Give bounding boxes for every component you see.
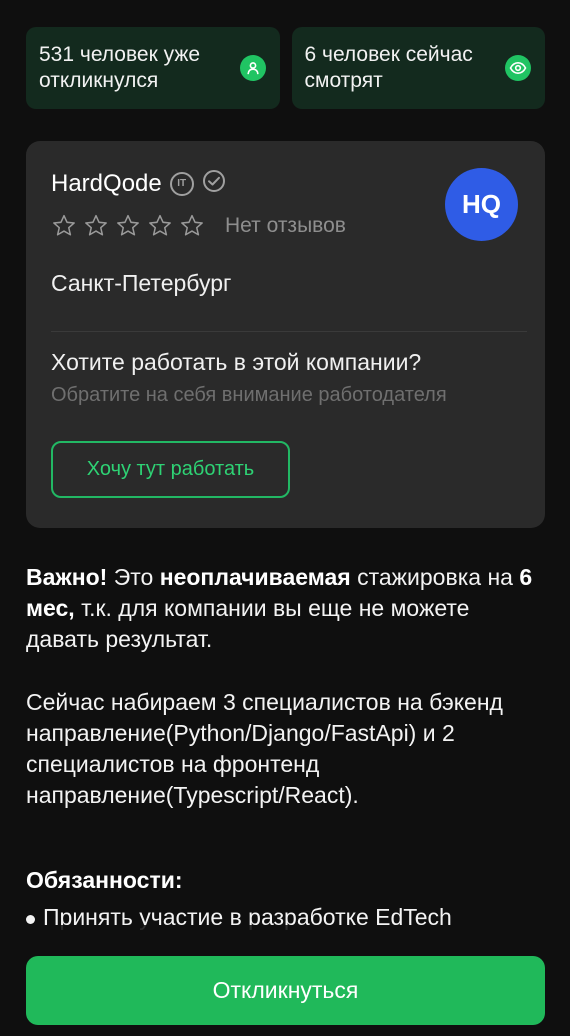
person-icon bbox=[239, 55, 266, 81]
respond-button[interactable]: Откликнуться bbox=[26, 956, 545, 1025]
star-icon bbox=[53, 214, 75, 236]
note-text: т.к. для компании вы еще не можете дават… bbox=[26, 595, 470, 652]
company-header: HardQode IT bbox=[51, 169, 226, 198]
company-card: HardQode IT Нет отзывов HQ Санкт-Петербу… bbox=[26, 141, 545, 528]
note-text: стажировка на bbox=[350, 564, 520, 590]
bullet bbox=[26, 915, 35, 924]
vacancy-page: 531 человек уже откликнулся 6 человек се… bbox=[0, 0, 570, 1036]
card-divider bbox=[51, 331, 527, 332]
rating-row: Нет отзывов bbox=[51, 213, 346, 239]
star-icon bbox=[181, 214, 203, 236]
rating-stars bbox=[51, 213, 205, 239]
star-icon bbox=[149, 214, 171, 236]
company-logo[interactable]: HQ bbox=[445, 168, 518, 241]
company-name[interactable]: HardQode bbox=[51, 170, 162, 198]
eye-icon bbox=[505, 55, 531, 81]
cta-subtitle: Обратите на себя внимание работодателя bbox=[51, 384, 447, 406]
star-icon bbox=[85, 214, 107, 236]
stats-row: 531 человек уже откликнулся 6 человек се… bbox=[26, 27, 545, 109]
it-company-icon: IT bbox=[169, 171, 194, 196]
cta-title: Хотите работать в этой компании? bbox=[51, 349, 422, 375]
duties-title: Обязанности: bbox=[26, 867, 183, 893]
note-text: Это bbox=[107, 564, 160, 590]
viewers-count-text: 6 человек сейчас смотрят bbox=[304, 43, 473, 92]
star-icon bbox=[117, 214, 139, 236]
company-city: Санкт-Петербург bbox=[51, 270, 232, 296]
want-to-work-button[interactable]: Хочу тут работать bbox=[51, 441, 290, 498]
verified-check-icon bbox=[202, 169, 226, 198]
important-note: Важно! Это неоплачиваемая стажировка на … bbox=[26, 562, 546, 655]
responded-count-tile: 531 человек уже откликнулся bbox=[26, 27, 280, 109]
unpaid-label: неоплачиваемая bbox=[159, 564, 351, 590]
viewers-count-tile: 6 человек сейчас смотрят bbox=[291, 27, 545, 109]
important-label: Важно! bbox=[26, 564, 108, 590]
hiring-paragraph: Сейчас набираем 3 специалистов на бэкенд… bbox=[26, 689, 503, 808]
responded-count-text: 531 человек уже откликнулся bbox=[39, 43, 201, 92]
reviews-label[interactable]: Нет отзывов bbox=[225, 214, 346, 238]
